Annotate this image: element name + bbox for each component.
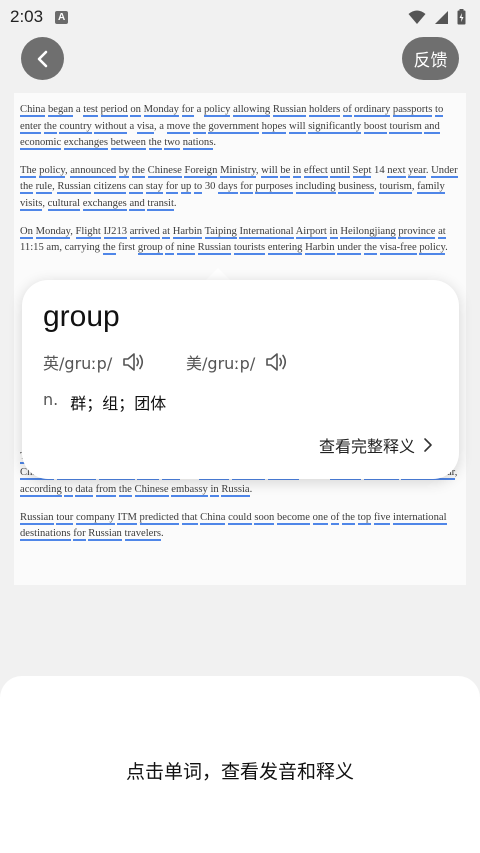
uk-speaker-icon[interactable] [122, 351, 146, 373]
full-definition-label: 查看完整释义 [318, 437, 415, 456]
battery-icon [457, 9, 466, 25]
bottom-sheet: 点击单词，查看发音和释义 [0, 676, 480, 853]
article-paragraph[interactable]: On Monday, Flight IJ213 arrived at Harbi… [14, 224, 466, 257]
article-paragraph[interactable]: China began a test period on Monday for … [14, 102, 466, 152]
us-pronunciation: 美/gruːp/ [186, 350, 289, 374]
word-title: group [43, 300, 120, 333]
status-icons [408, 9, 466, 25]
uk-phonetic: 英/gruːp/ [43, 354, 113, 373]
chevron-left-icon [37, 50, 47, 67]
back-button[interactable] [21, 37, 64, 80]
part-of-speech: n. [43, 390, 59, 409]
article-paragraph[interactable]: Russian tour company ITM predicted that … [14, 510, 466, 543]
uk-pronunciation: 英/gruːp/ [43, 350, 146, 374]
wifi-icon [408, 10, 426, 24]
full-definition-link[interactable]: 查看完整释义 [319, 433, 433, 457]
us-phonetic: 美/gruːp/ [186, 354, 256, 373]
signal-icon [435, 10, 448, 24]
chevron-right-icon [424, 438, 432, 452]
us-speaker-icon[interactable] [265, 351, 289, 373]
article-paragraph[interactable]: The policy, announced by the Chinese For… [14, 163, 466, 213]
definition-text: 群；组；团体 [70, 394, 167, 413]
tap-word-hint: 点击单词，查看发音和释义 [125, 761, 354, 783]
background-band [0, 585, 480, 680]
feedback-button[interactable]: 反馈 [402, 37, 459, 80]
app-notification-icon: A [55, 10, 69, 24]
definition-row: n. 群；组；团体 [43, 390, 166, 414]
status-time: 2:03 [10, 7, 44, 26]
word-definition-card: group 英/gruːp/ 美/gruːp/ n. 群；组；团体 查看完整释义 [22, 280, 459, 479]
status-bar: 2:03 A [0, 0, 480, 34]
